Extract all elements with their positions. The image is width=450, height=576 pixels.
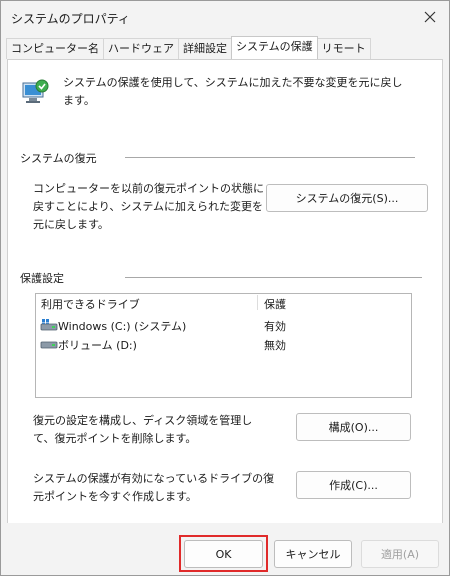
drive-icon: [40, 341, 58, 349]
system-protection-icon: [22, 79, 49, 103]
window-title: システムのプロパティ: [11, 12, 130, 26]
column-separator[interactable]: [257, 295, 258, 310]
drive-status: 無効: [264, 339, 286, 352]
drive-status: 有効: [264, 320, 286, 333]
protection-section-title: 保護設定: [20, 272, 64, 285]
close-button[interactable]: [417, 5, 443, 29]
system-drive-icon: [40, 319, 58, 331]
drive-name: ボリューム (D:): [58, 339, 137, 352]
list-header: 利用できるドライブ 保護: [36, 294, 411, 311]
cancel-button[interactable]: キャンセル: [274, 540, 352, 568]
create-description: システムの保護が有効になっているドライブの復元ポイントを今すぐ作成します。: [33, 472, 275, 503]
tab-system-protection[interactable]: システムの保護: [231, 36, 318, 59]
column-protection-header[interactable]: 保護: [264, 296, 286, 312]
protection-divider: [125, 277, 422, 278]
tab-advanced[interactable]: 詳細設定: [178, 38, 232, 59]
restore-section-title: システムの復元: [20, 152, 97, 165]
restore-description: コンピューターを以前の復元ポイントの状態に戻すことにより、システムに加えられた変…: [33, 182, 264, 231]
intro-text: システムの保護を使用して、システムに加えた不要な変更を元に戻します。: [63, 76, 403, 107]
ok-button[interactable]: OK: [184, 540, 263, 568]
system-protection-panel: システムの保護を使用して、システムに加えた不要な変更を元に戻します。 システムの…: [7, 59, 443, 525]
drive-name: Windows (C:) (システム): [58, 320, 187, 333]
drive-list[interactable]: 利用できるドライブ 保護 Windows (C:) (システム) 有効 ボリュー…: [35, 293, 412, 398]
title-bar: システムのプロパティ: [1, 1, 449, 35]
configure-button[interactable]: 構成(O)...: [296, 413, 411, 441]
configure-description: 復元の設定を構成し、ディスク領域を管理して、復元ポイントを削除します。: [33, 414, 253, 445]
tab-hardware[interactable]: ハードウェア: [103, 38, 179, 59]
restore-divider: [125, 157, 415, 158]
tab-remote[interactable]: リモート: [316, 38, 371, 59]
apply-button[interactable]: 適用(A): [361, 540, 439, 568]
drive-row-c[interactable]: Windows (C:) (システム) 有効: [36, 316, 411, 334]
system-properties-window: システムのプロパティ コンピューター名 ハードウェア 詳細設定 システムの保護 …: [0, 0, 450, 576]
close-icon: [424, 11, 436, 23]
drive-row-d[interactable]: ボリューム (D:) 無効: [36, 335, 411, 353]
system-restore-button[interactable]: システムの復元(S)...: [266, 184, 428, 212]
tab-computer-name[interactable]: コンピューター名: [6, 38, 104, 59]
column-drive-header[interactable]: 利用できるドライブ: [41, 296, 140, 312]
create-button[interactable]: 作成(C)...: [296, 471, 411, 499]
dialog-footer: OK キャンセル 適用(A): [1, 523, 449, 575]
tab-bar: コンピューター名 ハードウェア 詳細設定 システムの保護 リモート: [6, 36, 371, 60]
